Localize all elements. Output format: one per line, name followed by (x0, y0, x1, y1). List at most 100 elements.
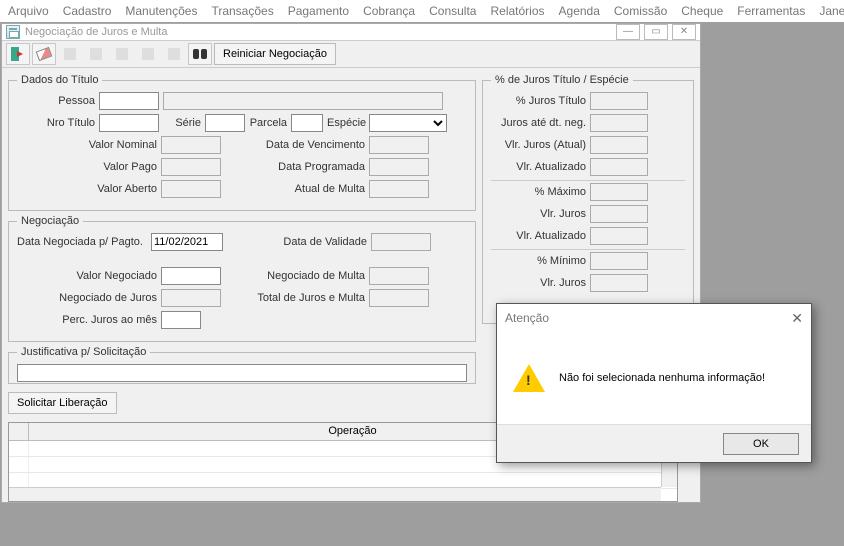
atual-multa-label: Atual de Multa (225, 183, 365, 195)
window-icon (6, 25, 20, 39)
data-venc-label: Data de Vencimento (225, 139, 365, 151)
especie-label: Espécie (327, 117, 365, 129)
vlr-atualizado-input (590, 158, 648, 176)
vlr-juros-atual-input (590, 136, 648, 154)
main-menubar[interactable]: Arquivo Cadastro Manutenções Transações … (0, 0, 844, 22)
minimize-button[interactable]: — (616, 24, 640, 40)
tool-5 (110, 43, 134, 65)
juros-dt-label: Juros até dt. neg. (491, 117, 586, 129)
menu-ferramentas[interactable]: Ferramentas (737, 4, 805, 18)
reset-negotiation-button[interactable]: Reiniciar Negociação (214, 43, 336, 65)
exit-icon (11, 47, 25, 61)
data-prog-label: Data Programada (225, 161, 365, 173)
grid-hscrollbar[interactable] (9, 487, 661, 501)
fieldset-dados-titulo: Dados do Título Pessoa Nro Título Série … (8, 74, 476, 211)
menu-arquivo[interactable]: Arquivo (8, 4, 49, 18)
pessoa-id-input[interactable] (99, 92, 159, 110)
window-title: Negociação de Juros e Multa (25, 26, 167, 38)
neg-juros-input (161, 289, 221, 307)
neg-multa-input (369, 267, 429, 285)
neg-multa-label: Negociado de Multa (225, 270, 365, 282)
valor-aberto-input (161, 180, 221, 198)
valor-negociado-label: Valor Negociado (17, 270, 157, 282)
vlr-juros-max-input (590, 205, 648, 223)
tool-7 (162, 43, 186, 65)
maximize-button[interactable]: ▭ (644, 24, 668, 40)
vlr-atu-max-input (590, 227, 648, 245)
pct-max-label: % Máximo (491, 186, 586, 198)
valor-negociado-input[interactable] (161, 267, 221, 285)
legend-negociacao: Negociação (17, 215, 83, 227)
clear-button[interactable] (32, 43, 56, 65)
juros-dt-input (590, 114, 648, 132)
menu-pagamento[interactable]: Pagamento (288, 4, 349, 18)
disabled-icon (116, 48, 128, 60)
eraser-icon (36, 47, 53, 61)
fieldset-juros-especie: % de Juros Título / Espécie % Juros Títu… (482, 74, 694, 324)
perc-juros-input[interactable] (161, 311, 201, 329)
toolbar: Reiniciar Negociação (2, 41, 700, 68)
vlr-atu-max-label: Vlr. Atualizado (491, 230, 586, 242)
valor-aberto-label: Valor Aberto (17, 183, 157, 195)
data-validade-label: Data de Validade (227, 236, 367, 248)
menu-relatorios[interactable]: Relatórios (490, 4, 544, 18)
serie-input[interactable] (205, 114, 245, 132)
justificativa-textarea[interactable] (17, 364, 467, 382)
menu-comissao[interactable]: Comissão (614, 4, 667, 18)
dialog-message: Não foi selecionada nenhuma informação! (559, 372, 765, 384)
vlr-juros-max-label: Vlr. Juros (491, 208, 586, 220)
nro-titulo-label: Nro Título (17, 117, 95, 129)
data-validade-input (371, 233, 431, 251)
serie-label: Série (163, 117, 201, 129)
pct-min-label: % Mínimo (491, 255, 586, 267)
menu-consulta[interactable]: Consulta (429, 4, 476, 18)
pct-titulo-label: % Juros Título (491, 95, 586, 107)
close-window-button[interactable]: ✕ (672, 24, 696, 40)
tool-6 (136, 43, 160, 65)
data-prog-input (369, 158, 429, 176)
fieldset-negociacao: Negociação Data Negociada p/ Pagto. Data… (8, 215, 476, 342)
warning-icon (513, 364, 545, 392)
vlr-juros-min-input (590, 274, 648, 292)
menu-cheque[interactable]: Cheque (681, 4, 723, 18)
menu-cadastro[interactable]: Cadastro (63, 4, 112, 18)
exit-button[interactable] (6, 43, 30, 65)
menu-transacoes[interactable]: Transações (211, 4, 273, 18)
pct-min-input (590, 252, 648, 270)
perc-juros-label: Perc. Juros ao mês (17, 314, 157, 326)
disabled-icon (142, 48, 154, 60)
valor-pago-label: Valor Pago (17, 161, 157, 173)
dialog-close-button[interactable]: ✕ (791, 310, 803, 327)
pessoa-label: Pessoa (17, 95, 95, 107)
menu-cobranca[interactable]: Cobrança (363, 4, 415, 18)
window-titlebar[interactable]: Negociação de Juros e Multa — ▭ ✕ (2, 24, 700, 41)
menu-agenda[interactable]: Agenda (559, 4, 600, 18)
especie-select[interactable] (369, 114, 447, 132)
nro-titulo-input[interactable] (99, 114, 159, 132)
disabled-icon (168, 48, 180, 60)
dialog-titlebar[interactable]: Atenção ✕ (497, 304, 811, 332)
search-button[interactable] (188, 43, 212, 65)
dialog-title-text: Atenção (505, 311, 549, 325)
valor-pago-input (161, 158, 221, 176)
valor-nominal-label: Valor Nominal (17, 139, 157, 151)
alert-dialog: Atenção ✕ Não foi selecionada nenhuma in… (496, 303, 812, 463)
tool-4 (84, 43, 108, 65)
disabled-icon (90, 48, 102, 60)
solicitar-liberacao-button[interactable]: Solicitar Liberação (8, 392, 117, 414)
total-jm-label: Total de Juros e Multa (225, 292, 365, 304)
binoculars-icon (193, 48, 207, 60)
menu-manutencoes[interactable]: Manutenções (125, 4, 197, 18)
parcela-label: Parcela (249, 117, 287, 129)
dialog-ok-button[interactable]: OK (723, 433, 799, 455)
vlr-juros-atual-label: Vlr. Juros (Atual) (491, 139, 586, 151)
valor-nominal-input (161, 136, 221, 154)
data-venc-input (369, 136, 429, 154)
parcela-input[interactable] (291, 114, 323, 132)
atual-multa-input (369, 180, 429, 198)
menu-janela[interactable]: Janela (819, 4, 844, 18)
legend-justificativa: Justificativa p/ Solicitação (17, 346, 150, 358)
data-negociada-input[interactable] (151, 233, 223, 251)
pct-titulo-input (590, 92, 648, 110)
vlr-juros-min-label: Vlr. Juros (491, 277, 586, 289)
